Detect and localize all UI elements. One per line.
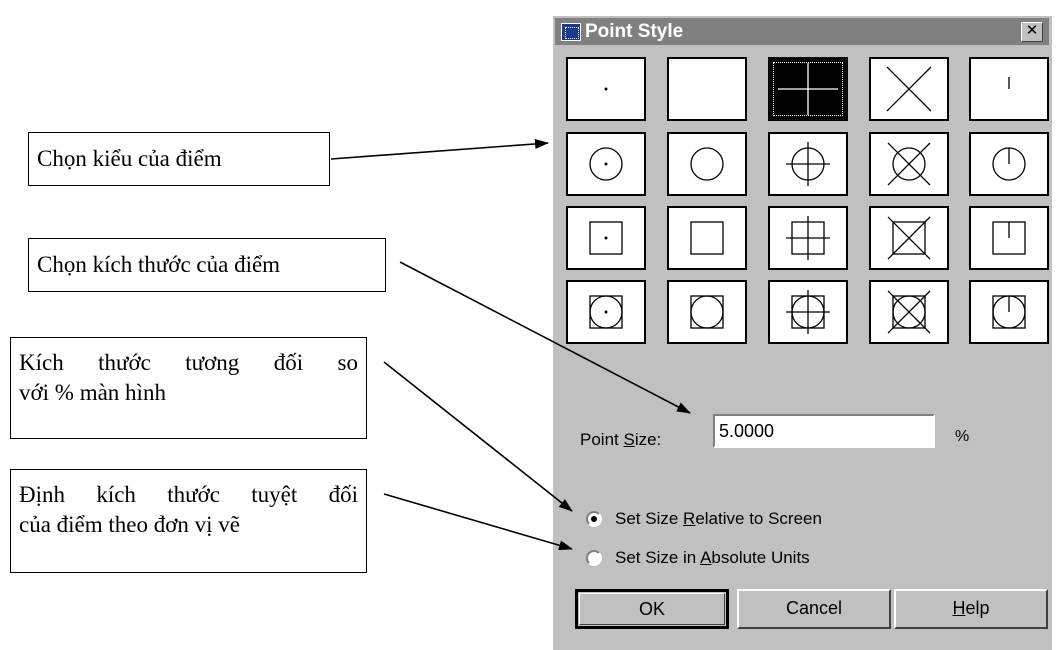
point-style-dot[interactable] bbox=[566, 57, 646, 121]
title-bar[interactable]: Point Style ✕ bbox=[555, 18, 1049, 45]
annotation-size-box: Chọn kích thước của điểm bbox=[28, 238, 386, 292]
cancel-button[interactable]: Cancel bbox=[737, 589, 891, 629]
annotation-relative-box: Kích thước tương đối so với % màn hình bbox=[10, 337, 367, 439]
point-style-plus[interactable] bbox=[768, 57, 848, 121]
point-style-circle-square-cross[interactable] bbox=[869, 280, 949, 344]
point-style-cross[interactable] bbox=[869, 57, 949, 121]
dialog-title: Point Style bbox=[585, 21, 684, 42]
annotation-absolute-line2: của điểm theo đơn vị vẽ bbox=[19, 512, 241, 537]
point-style-square-plus[interactable] bbox=[768, 206, 848, 270]
point-style-circle-cross[interactable] bbox=[869, 132, 949, 196]
annotation-relative-line1: Kích thước tương đối so bbox=[19, 350, 358, 375]
arrow-style bbox=[330, 138, 549, 160]
percent-label: % bbox=[955, 428, 970, 445]
arrow-relative bbox=[383, 361, 573, 512]
point-style-circle-tick[interactable] bbox=[969, 132, 1049, 196]
annotation-absolute-line1: Định kích thước tuyệt đối bbox=[19, 482, 358, 507]
top-background bbox=[0, 0, 552, 8]
close-icon: ✕ bbox=[1025, 22, 1039, 39]
point-style-circle-plus[interactable] bbox=[768, 132, 848, 196]
annotation-style-text: Chọn kiểu của điểm bbox=[37, 146, 222, 171]
radio-relative-to-screen[interactable] bbox=[586, 511, 602, 527]
radio-absolute-units[interactable] bbox=[586, 550, 602, 566]
point-size-label: Point Size: bbox=[580, 430, 662, 449]
point-size-input[interactable] bbox=[713, 414, 935, 448]
point-style-circle[interactable] bbox=[667, 132, 747, 196]
point-style-square[interactable] bbox=[667, 206, 747, 270]
annotation-relative-line2: với % màn hình bbox=[19, 380, 166, 405]
annotation-size-text: Chọn kích thước của điểm bbox=[37, 252, 281, 277]
point-style-dialog: Point Style ✕ Point Size: % Set Size Rel… bbox=[552, 16, 1052, 650]
ok-button[interactable]: OK bbox=[575, 589, 729, 629]
point-style-circle-square[interactable] bbox=[667, 280, 747, 344]
radio-absolute-label[interactable]: Set Size in Absolute Units bbox=[615, 548, 810, 568]
point-style-square-dot[interactable] bbox=[566, 206, 646, 270]
point-style-circle-square-tick[interactable] bbox=[969, 280, 1049, 344]
point-style-circle-square-dot[interactable] bbox=[566, 280, 646, 344]
app-icon bbox=[561, 23, 581, 41]
point-style-none[interactable] bbox=[667, 57, 747, 121]
point-style-tick[interactable] bbox=[969, 57, 1049, 121]
point-style-square-tick[interactable] bbox=[969, 206, 1049, 270]
point-style-circle-square-plus[interactable] bbox=[768, 280, 848, 344]
point-style-circle-dot[interactable] bbox=[566, 132, 646, 196]
radio-relative-label[interactable]: Set Size Relative to Screen bbox=[615, 509, 822, 529]
point-style-square-cross[interactable] bbox=[869, 206, 949, 270]
annotation-style-box: Chọn kiểu của điểm bbox=[28, 132, 330, 186]
close-button[interactable]: ✕ bbox=[1021, 22, 1043, 42]
annotation-absolute-box: Định kích thước tuyệt đối của điểm theo … bbox=[10, 469, 367, 573]
arrow-absolute bbox=[383, 493, 573, 551]
help-button[interactable]: Help bbox=[894, 589, 1048, 629]
